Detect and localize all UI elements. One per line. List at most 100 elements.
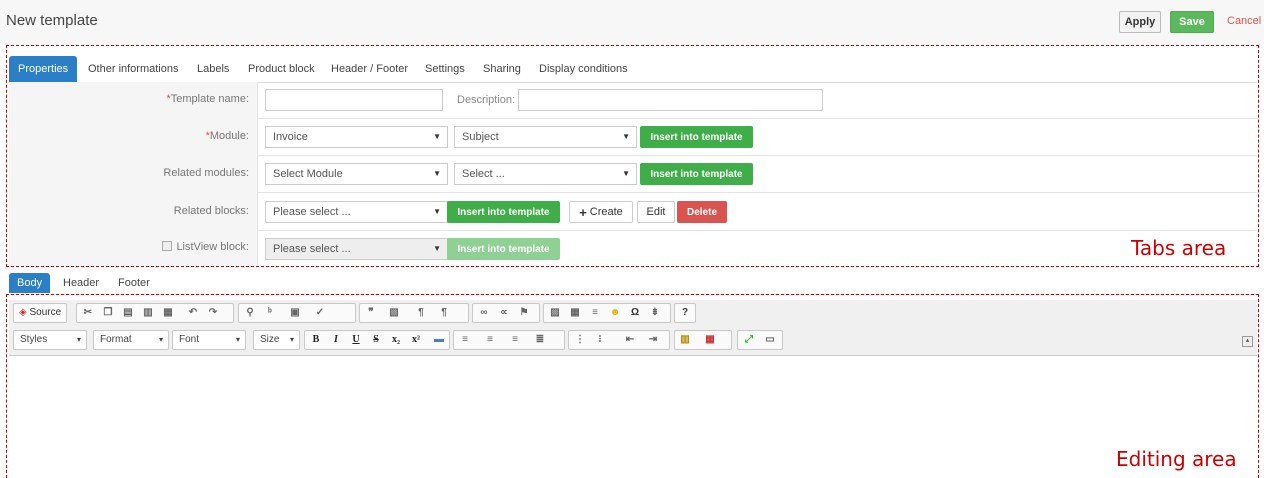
bulleted-list-icon[interactable]: ⁝ bbox=[594, 334, 606, 346]
smiley-icon[interactable]: ☻ bbox=[609, 307, 621, 319]
cancel-link[interactable]: Cancel bbox=[1227, 15, 1261, 27]
listview-checkbox[interactable] bbox=[162, 241, 173, 251]
module-select[interactable]: Invoice ▼ bbox=[265, 126, 448, 148]
related-block-value: Please select ... bbox=[273, 206, 351, 218]
replace-icon[interactable]: ᵇ bbox=[264, 307, 276, 319]
tab-other-informations[interactable]: Other informations bbox=[88, 56, 178, 82]
editing-area-annotation: Editing area bbox=[1116, 447, 1237, 471]
div-icon[interactable]: ▧ bbox=[388, 307, 400, 319]
format-combo[interactable]: Format ▾ bbox=[93, 330, 169, 350]
tabs-area-annotation: Tabs area bbox=[1131, 236, 1227, 260]
spellcheck-icon[interactable]: ✓ bbox=[314, 307, 326, 319]
tab-body[interactable]: Body bbox=[9, 273, 51, 293]
chevron-down-icon: ▾ bbox=[76, 335, 81, 344]
superscript-icon[interactable]: x² bbox=[410, 334, 422, 346]
help-icon[interactable]: ? bbox=[679, 307, 691, 319]
tab-header-footer[interactable]: Header / Footer bbox=[331, 56, 408, 82]
horizontal-rule-icon[interactable]: ≡ bbox=[589, 307, 601, 319]
tab-product-block[interactable]: Product block bbox=[248, 56, 315, 82]
underline-icon[interactable]: U bbox=[350, 334, 362, 346]
format-label: Format bbox=[100, 334, 132, 345]
align-left-icon[interactable]: ≡ bbox=[459, 334, 471, 346]
select-all-icon[interactable]: ▣ bbox=[289, 307, 301, 319]
align-group: ≡ ≡ ≡ ≣ bbox=[453, 330, 565, 350]
align-center-icon[interactable]: ≡ bbox=[484, 334, 496, 346]
justify-icon[interactable]: ≣ bbox=[534, 334, 546, 346]
view-group: ⤢ ▭ bbox=[737, 330, 783, 350]
anchor-icon[interactable]: ⚑ bbox=[518, 307, 530, 319]
link-icon[interactable]: ∞ bbox=[478, 307, 490, 319]
find-icon[interactable]: ⚲ bbox=[244, 307, 256, 319]
listview-block-select[interactable]: Please select ... ▼ bbox=[265, 238, 448, 260]
font-combo[interactable]: Font ▾ bbox=[172, 330, 246, 350]
table-icon[interactable]: ▦ bbox=[569, 307, 581, 319]
tab-labels[interactable]: Labels bbox=[197, 56, 229, 82]
caret-down-icon: ▼ bbox=[622, 132, 630, 141]
related-module-select[interactable]: Select Module ▼ bbox=[265, 163, 448, 185]
apply-button[interactable]: Apply bbox=[1119, 11, 1161, 33]
related-block-insert-button[interactable]: Insert into template bbox=[447, 201, 560, 223]
source-label: Source bbox=[29, 307, 62, 318]
indent-icon[interactable]: ⇥ bbox=[647, 334, 659, 346]
chevron-down-icon: ▾ bbox=[158, 335, 163, 344]
tab-display-conditions[interactable]: Display conditions bbox=[539, 56, 628, 82]
paste-icon[interactable]: ▤ bbox=[122, 307, 134, 319]
tab-header[interactable]: Header bbox=[63, 273, 99, 293]
caret-down-icon: ▼ bbox=[433, 132, 441, 141]
tab-sharing[interactable]: Sharing bbox=[483, 56, 521, 82]
cut-icon[interactable]: ✂ bbox=[82, 307, 94, 319]
save-button[interactable]: Save bbox=[1170, 11, 1214, 33]
color-table-group: ▥ ▦ bbox=[674, 330, 732, 350]
paste-text-icon[interactable]: ▥ bbox=[142, 307, 154, 319]
outdent-icon[interactable]: ⇤ bbox=[624, 334, 636, 346]
page-break-icon[interactable]: ⇟ bbox=[649, 307, 661, 319]
table-props-icon[interactable]: ▦ bbox=[704, 334, 716, 346]
text-color-icon[interactable]: ▥ bbox=[679, 334, 691, 346]
blockquote-icon[interactable]: ❞ bbox=[365, 307, 377, 319]
module-field-select[interactable]: Subject ▼ bbox=[454, 126, 637, 148]
bold-icon[interactable]: B bbox=[310, 334, 322, 346]
create-button[interactable]: + Create bbox=[569, 201, 633, 223]
tab-settings[interactable]: Settings bbox=[425, 56, 465, 82]
caret-down-icon: ▼ bbox=[433, 169, 441, 178]
source-button[interactable]: ◈ Source bbox=[13, 303, 68, 323]
copy-icon[interactable]: ❐ bbox=[102, 307, 114, 319]
strike-icon[interactable]: S bbox=[370, 334, 382, 346]
remove-format-icon[interactable]: ▬ bbox=[433, 334, 445, 346]
tab-properties[interactable]: Properties bbox=[9, 56, 78, 82]
related-insert-button[interactable]: Insert into template bbox=[640, 163, 753, 185]
styles-label: Styles bbox=[20, 334, 48, 345]
collapse-toolbar-icon[interactable]: ▴ bbox=[1242, 336, 1253, 347]
image-icon[interactable]: ▨ bbox=[549, 307, 561, 319]
related-blocks-label: Related blocks: bbox=[173, 205, 249, 217]
size-combo[interactable]: Size ▾ bbox=[253, 330, 300, 350]
listview-insert-button[interactable]: Insert into template bbox=[447, 238, 560, 260]
delete-button[interactable]: Delete bbox=[677, 201, 727, 223]
undo-icon[interactable]: ↶ bbox=[187, 307, 199, 319]
edit-button[interactable]: Edit bbox=[637, 201, 675, 223]
italic-icon[interactable]: I bbox=[330, 334, 342, 346]
ltr-icon[interactable]: ¶ bbox=[415, 307, 427, 319]
insert-group: ▨ ▦ ≡ ☻ Ω ⇟ bbox=[543, 303, 671, 323]
listview-block-label: ListView block: bbox=[176, 241, 249, 253]
unlink-icon[interactable]: ∝ bbox=[498, 307, 510, 319]
redo-icon[interactable]: ↷ bbox=[207, 307, 219, 319]
rtl-icon[interactable]: ¶ bbox=[438, 307, 450, 319]
tab-footer[interactable]: Footer bbox=[118, 273, 150, 293]
maximize-icon[interactable]: ⤢ bbox=[743, 334, 755, 346]
subscript-icon[interactable]: x₂ bbox=[390, 334, 402, 346]
paste-word-icon[interactable]: ▦ bbox=[162, 307, 174, 319]
related-block-select[interactable]: Please select ... ▼ bbox=[265, 201, 448, 223]
module-insert-button[interactable]: Insert into template bbox=[640, 126, 753, 148]
caret-down-icon: ▼ bbox=[433, 207, 441, 216]
related-field-select[interactable]: Select ... ▼ bbox=[454, 163, 637, 185]
list-group: ⋮ ⁝ ⇤ ⇥ bbox=[568, 330, 670, 350]
align-right-icon[interactable]: ≡ bbox=[509, 334, 521, 346]
styles-combo[interactable]: Styles ▾ bbox=[13, 330, 87, 350]
show-blocks-icon[interactable]: ▭ bbox=[764, 334, 776, 346]
numbered-list-icon[interactable]: ⋮ bbox=[574, 334, 586, 346]
description-input[interactable] bbox=[518, 89, 823, 111]
template-name-input[interactable] bbox=[265, 89, 443, 111]
properties-tabs: Properties Other informations Labels Pro… bbox=[9, 56, 1257, 83]
special-char-icon[interactable]: Ω bbox=[629, 307, 641, 319]
